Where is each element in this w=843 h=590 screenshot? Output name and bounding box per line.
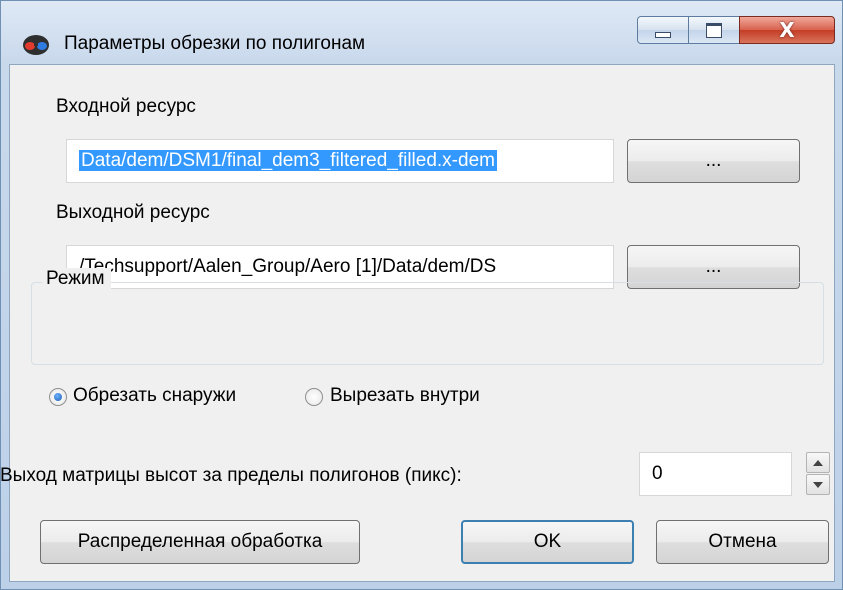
spin-up-button[interactable] [806, 452, 830, 473]
overflow-input[interactable]: 0 [639, 452, 792, 496]
distributed-processing-button[interactable]: Распределенная обработка [40, 520, 360, 564]
output-resource-label: Выходной ресурс [56, 202, 210, 223]
input-resource-field[interactable]: Data/dem/DSM1/final_dem3_filtered_filled… [66, 139, 614, 183]
maximize-icon [706, 22, 722, 38]
minimize-icon [655, 32, 671, 38]
close-icon: X [779, 18, 795, 42]
title-bar[interactable]: Параметры обрезки по полигонам X [0, 0, 843, 64]
mode-groupbox [31, 282, 824, 365]
caption-buttons: X [637, 16, 837, 46]
radio-cut-outside[interactable] [49, 388, 67, 406]
overflow-spinner [806, 452, 830, 496]
minimize-button[interactable] [637, 16, 689, 44]
input-resource-label: Входной ресурс [56, 96, 196, 117]
maximize-button[interactable] [688, 16, 740, 44]
overflow-value: 0 [652, 463, 663, 484]
window-title: Параметры обрезки по полигонам [64, 33, 366, 54]
stereo-glasses-icon [23, 35, 49, 55]
input-resource-value: Data/dem/DSM1/final_dem3_filtered_filled… [79, 150, 497, 171]
input-browse-button[interactable]: ... [627, 139, 800, 183]
overflow-label: Выход матрицы высот за пределы полигонов… [0, 465, 462, 486]
cancel-button[interactable]: Отмена [656, 520, 829, 564]
close-button[interactable]: X [739, 16, 835, 44]
radio-cut-outside-label[interactable]: Обрезать снаружи [73, 385, 236, 407]
ok-button[interactable]: OK [461, 520, 634, 564]
spin-down-button[interactable] [806, 474, 830, 495]
mode-group-title: Режим [42, 268, 111, 290]
radio-cut-inside-label[interactable]: Вырезать внутри [330, 385, 480, 407]
arrow-down-icon [813, 481, 823, 488]
radio-cut-inside[interactable] [305, 388, 323, 406]
dialog-window: Параметры обрезки по полигонам X Входной… [0, 0, 843, 590]
arrow-up-icon [813, 459, 823, 466]
